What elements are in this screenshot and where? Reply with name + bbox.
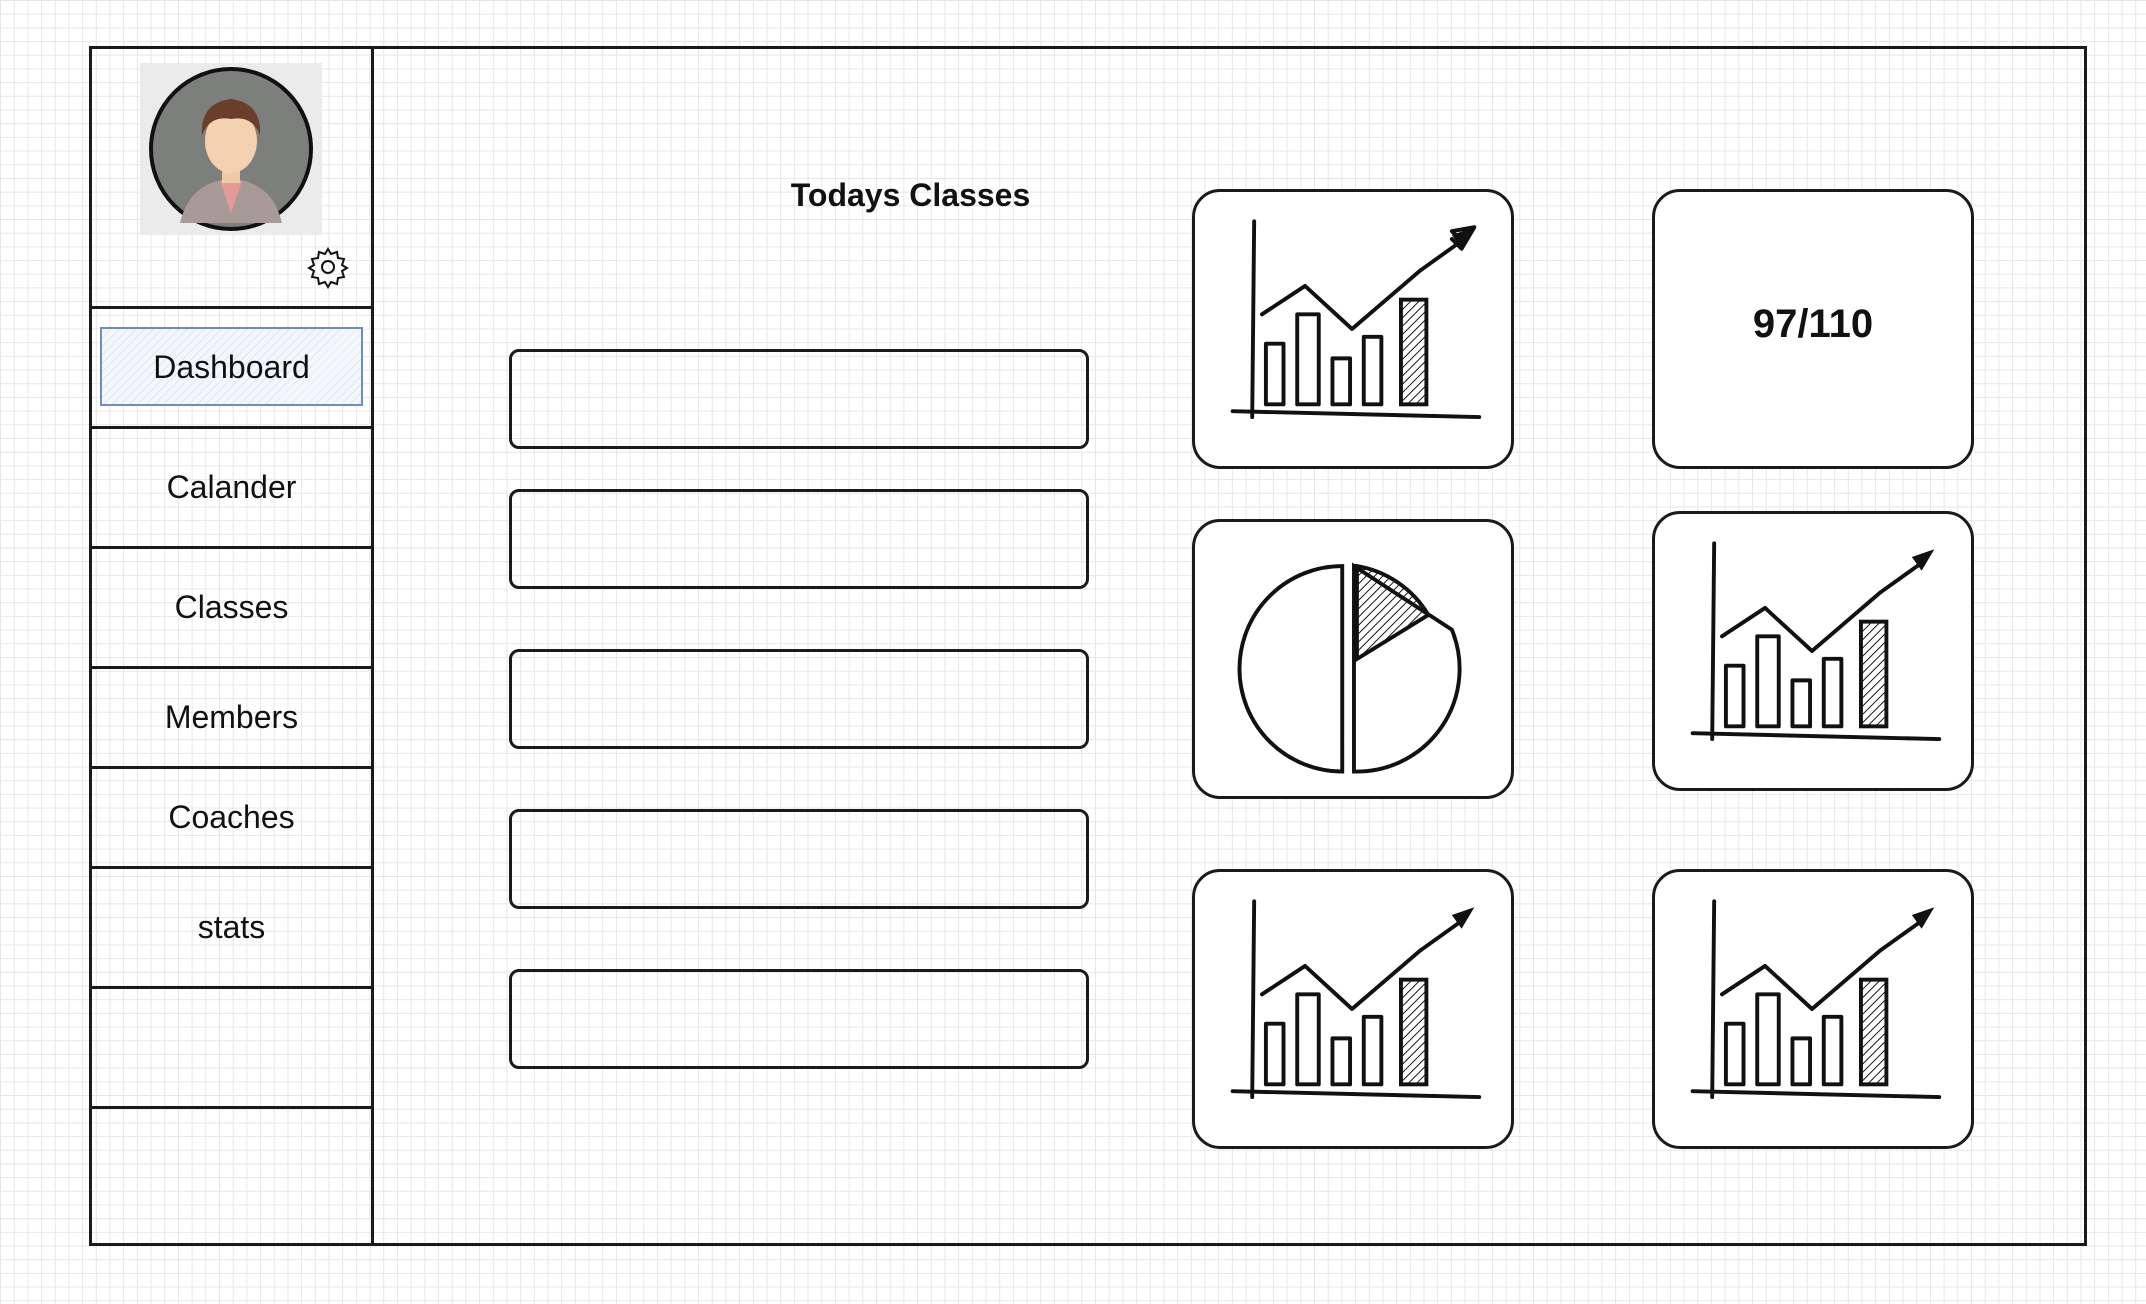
stat-card[interactable]: 97/110: [1652, 189, 1974, 469]
stat-card[interactable]: [1652, 869, 1974, 1149]
sidebar-item-members[interactable]: Members: [92, 669, 371, 769]
section-title: Todays Classes: [790, 177, 1031, 213]
class-slot[interactable]: [509, 649, 1089, 749]
avatar[interactable]: [140, 63, 322, 235]
sidebar-item-empty[interactable]: [92, 1109, 371, 1243]
bar-chart-icon: [1690, 899, 1942, 1100]
class-slot[interactable]: [509, 969, 1089, 1069]
stat-card[interactable]: [1192, 869, 1514, 1149]
profile-panel: [92, 49, 371, 309]
sidebar-item-label: stats: [197, 909, 266, 945]
stat-value: 97/110: [1752, 302, 1874, 346]
sidebar-item-coaches[interactable]: Coaches: [92, 769, 371, 869]
sidebar-item-label: Coaches: [168, 799, 295, 835]
bar-chart-icon: [1230, 899, 1482, 1100]
class-slot[interactable]: [509, 489, 1089, 589]
sidebar-item-classes[interactable]: Classes: [92, 549, 371, 669]
bar-chart-icon: [1230, 219, 1482, 420]
sidebar: Dashboard Calander Classes Members Coach…: [92, 49, 374, 1243]
sidebar-item-dashboard[interactable]: Dashboard: [92, 309, 371, 429]
pie-chart-icon: [1237, 562, 1462, 774]
sidebar-item-empty[interactable]: [92, 989, 371, 1109]
app-frame: Dashboard Calander Classes Members Coach…: [89, 46, 2087, 1246]
stat-card[interactable]: [1652, 511, 1974, 791]
sidebar-item-label: Dashboard: [153, 349, 310, 385]
sidebar-item-calendar[interactable]: Calander: [92, 429, 371, 549]
stat-card[interactable]: [1192, 519, 1514, 799]
sidebar-item-label: Members: [164, 699, 299, 735]
stat-card[interactable]: [1192, 189, 1514, 469]
sidebar-item-label: Classes: [174, 589, 289, 625]
class-slot[interactable]: [509, 809, 1089, 909]
sidebar-item-stats[interactable]: stats: [92, 869, 371, 989]
class-slot[interactable]: [509, 349, 1089, 449]
bar-chart-icon: [1690, 541, 1942, 742]
gear-icon[interactable]: [306, 245, 350, 289]
sidebar-item-label: Calander: [166, 469, 297, 505]
